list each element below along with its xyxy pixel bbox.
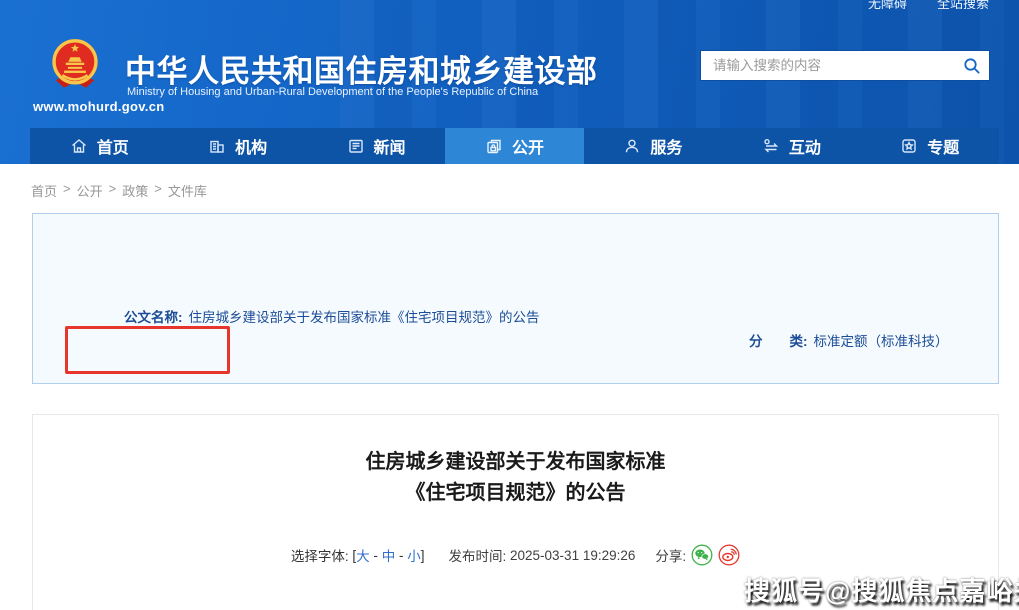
sohu-watermark: 搜狐号@搜狐焦点嘉峪关站 (744, 571, 1019, 608)
organization-icon (208, 137, 226, 155)
meta-value: 标准定额（标准科技） (814, 334, 949, 349)
nav-item-label: 公开 (512, 134, 544, 158)
news-icon (347, 137, 365, 155)
nav-item-service[interactable]: 服务 (584, 128, 722, 164)
weibo-share-icon[interactable] (718, 544, 740, 566)
article-meta-row: 选择字体: [大 - 中 - 小] 发布时间: 2025-03-31 19:29… (33, 544, 998, 566)
nav-item-home[interactable]: 首页 (30, 128, 168, 164)
article-title-line1: 住房城乡建设部关于发布国家标准 (33, 447, 998, 478)
publish-time: 发布时间: 2025-03-31 19:29:26 (448, 545, 635, 565)
breadcrumb-library[interactable]: 文件库 (168, 181, 207, 200)
breadcrumb-separator: > (109, 181, 117, 200)
nav-item-label: 专题 (927, 134, 959, 158)
search-input[interactable] (701, 51, 955, 80)
dash: - (399, 548, 404, 563)
nav-item-interaction[interactable]: 互动 (722, 128, 860, 164)
publish-time-value: 2025-03-31 19:29:26 (510, 548, 635, 563)
nav-item-disclosure[interactable]: 公开 (445, 128, 583, 164)
breadcrumb-separator: > (154, 181, 162, 200)
breadcrumb-disclosure[interactable]: 公开 (77, 181, 103, 200)
meta-label: 分 类: (749, 334, 808, 349)
home-icon (70, 137, 88, 155)
service-icon (623, 137, 641, 155)
meta-label: 公文名称: (124, 310, 183, 325)
disclosure-icon (485, 137, 503, 155)
bracket: ] (421, 548, 425, 563)
interaction-icon (762, 137, 780, 155)
breadcrumb-policy[interactable]: 政策 (122, 181, 148, 200)
nav-item-label: 服务 (650, 134, 682, 158)
font-size-large[interactable]: 大 (356, 545, 370, 565)
breadcrumb-separator: > (63, 181, 71, 200)
topbar-link[interactable]: 无障碍 (868, 0, 907, 2)
article-title: 住房城乡建设部关于发布国家标准 《住宅项目规范》的公告 (33, 447, 998, 509)
breadcrumb: 首页 > 公开 > 政策 > 文件库 (31, 181, 207, 200)
site-url: www.mohurd.gov.cn (33, 99, 165, 114)
dash: - (373, 548, 378, 563)
meta-value: 住房城乡建设部关于发布国家标准《住宅项目规范》的公告 (189, 310, 540, 325)
nav-item-label: 新闻 (374, 134, 406, 158)
breadcrumb-home[interactable]: 首页 (31, 181, 57, 200)
nav-item-label: 互动 (789, 134, 821, 158)
national-emblem-logo (49, 36, 101, 96)
font-size-label: 选择字体: (291, 545, 349, 565)
meta-row-category: 分 类: 标准定额（标准科技） (719, 306, 949, 379)
search-icon[interactable] (955, 51, 989, 80)
article-title-line2: 《住宅项目规范》的公告 (33, 478, 998, 509)
font-size-medium[interactable]: 中 (382, 545, 396, 565)
nav-item-topics[interactable]: 专题 (861, 128, 999, 164)
nav-item-label: 机构 (235, 134, 267, 158)
nav-item-label: 首页 (97, 134, 129, 158)
topbar-clipped: 无障碍 全站搜索 (868, 0, 989, 9)
site-title: 中华人民共和国住房和城乡建设部 (125, 46, 598, 91)
page: 无障碍 全站搜索 www.mohurd.gov.cn 中华人民共和国住房和城乡建… (0, 0, 1019, 610)
topbar-link[interactable]: 全站搜索 (937, 0, 989, 2)
publish-time-label: 发布时间: (448, 545, 506, 565)
nav-item-organization[interactable]: 机构 (168, 128, 306, 164)
nav-item-news[interactable]: 新闻 (307, 128, 445, 164)
wechat-share-icon[interactable] (691, 544, 713, 566)
main-navigation: 首页 机构 新闻 (30, 128, 999, 164)
font-size-selector: 选择字体: [大 - 中 - 小] (291, 545, 425, 565)
topics-icon (900, 137, 918, 155)
document-meta-panel: 公文名称:住房城乡建设部关于发布国家标准《住宅项目规范》的公告 索 引 号:00… (32, 213, 999, 384)
site-title-english: Ministry of Housing and Urban-Rural Deve… (127, 86, 538, 98)
share-label: 分享: (655, 545, 686, 565)
share-controls: 分享: (655, 544, 740, 566)
meta-row-doc-name: 公文名称: 住房城乡建设部关于发布国家标准《住宅项目规范》的公告 (94, 282, 540, 355)
search-box (700, 50, 990, 81)
font-size-small[interactable]: 小 (407, 545, 421, 565)
